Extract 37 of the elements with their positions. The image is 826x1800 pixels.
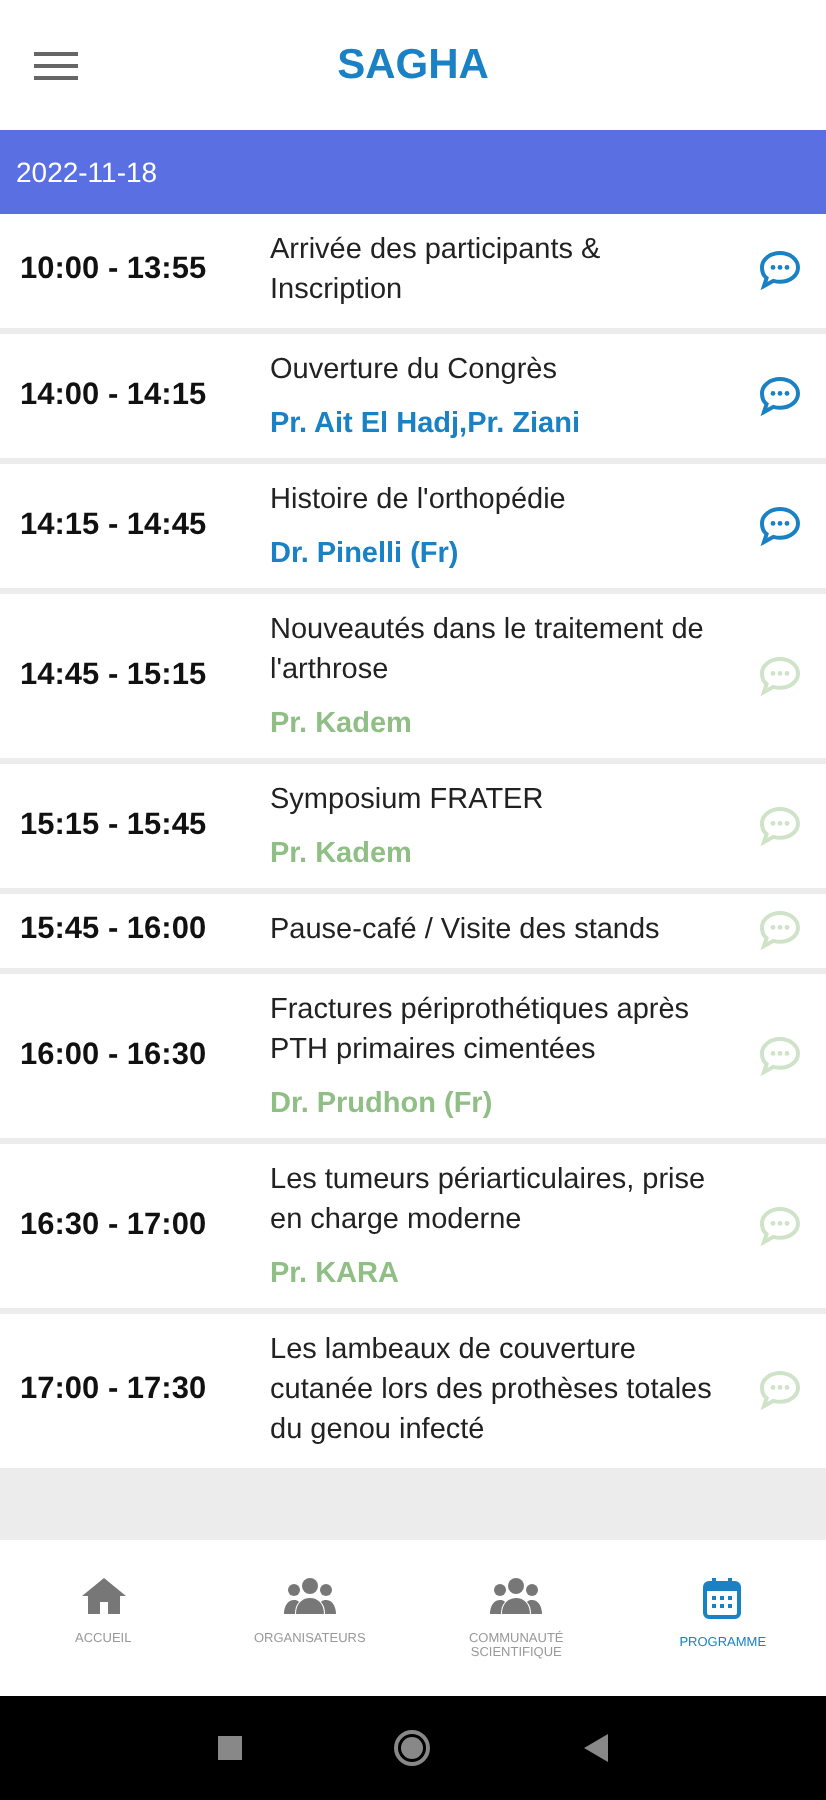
session-title: Les tumeurs périarticulaires, prise en charge moderne <box>270 1162 708 1240</box>
menu-icon[interactable] <box>34 50 78 82</box>
session-speaker: Dr. Prudhon (Fr) <box>270 1088 495 1120</box>
recents-icon[interactable] <box>217 1736 241 1760</box>
session-time: 16:00 - 16:30 <box>18 1037 209 1073</box>
session-time: 17:00 - 17:30 <box>18 1372 209 1408</box>
chat-icon[interactable] <box>758 505 802 545</box>
session-title: Arrivée des participants & Inscription <box>270 232 603 310</box>
session-time: 14:15 - 14:45 <box>18 507 209 543</box>
calendar-icon <box>702 1576 743 1620</box>
chat-icon[interactable] <box>758 250 802 290</box>
group-icon <box>283 1576 336 1616</box>
date-header: 2022-11-18 <box>0 130 826 214</box>
session-title: Pause-café / Visite des stands <box>270 912 662 950</box>
session-title: Histoire de l'orthopédie <box>270 482 568 520</box>
session-title: Symposium FRATER <box>270 782 546 820</box>
session-time: 10:00 - 13:55 <box>18 252 209 288</box>
session-speaker: Pr. KARA <box>270 1258 401 1290</box>
app-title: SAGHA <box>337 41 489 89</box>
session-time: 14:45 - 15:15 <box>18 657 209 693</box>
session-speaker: Pr. Kadem <box>270 838 414 870</box>
session-time: 15:15 - 15:45 <box>18 807 209 843</box>
session-time: 16:30 - 17:00 <box>18 1207 209 1243</box>
session-speaker: Pr. Kadem <box>270 708 414 740</box>
session-time: 15:45 - 16:00 <box>18 912 209 948</box>
chat-icon[interactable] <box>758 375 802 415</box>
home-icon <box>79 1576 128 1616</box>
session-speaker: Pr. Ait El Hadj,Pr. Ziani <box>270 408 582 440</box>
session-title: Ouverture du Congrès <box>270 352 559 390</box>
session-time: 14:00 - 14:15 <box>18 377 209 413</box>
session-title: Nouveautés dans le traitement de l'arthrose <box>270 612 706 690</box>
session-speaker: Dr. Pinelli (Fr) <box>270 538 461 570</box>
home-button-icon[interactable] <box>391 1728 431 1768</box>
session-title: Les lambeaux de couverture cutanée lors des prothèses totales du genou infecté <box>270 1332 714 1450</box>
group-icon <box>490 1576 543 1616</box>
back-icon[interactable] <box>581 1732 609 1764</box>
session-title: Fractures périprothétiques après PTH primaires cimentées <box>270 992 692 1070</box>
